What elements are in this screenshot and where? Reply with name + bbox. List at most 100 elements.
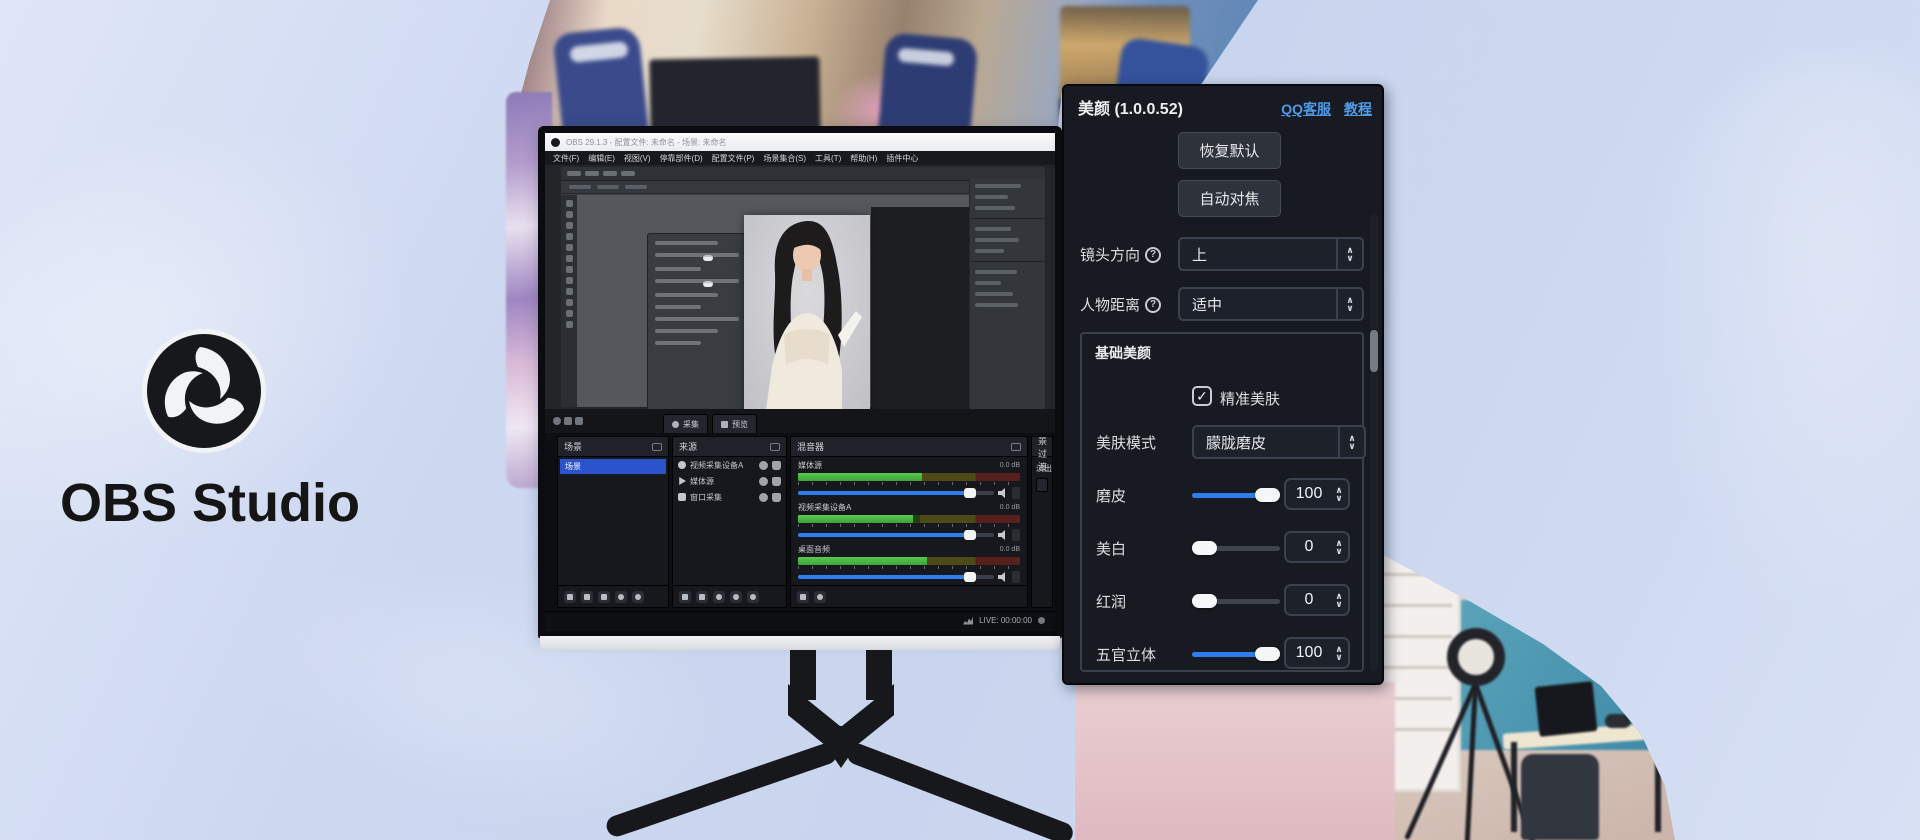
menu-edit[interactable]: 编辑(E) [588,153,615,164]
scene-transitions-panel: 场景过渡 淡出 [1031,436,1053,608]
move-down-icon[interactable] [632,591,644,603]
media-source-icon [678,477,686,485]
spinbox-arrows-icon[interactable]: ∧∨ [1332,486,1348,502]
select-spinner-icon[interactable]: ∧∨ [1336,289,1362,319]
panel-scrollbar-thumb[interactable] [1370,330,1378,372]
scene-item-selected[interactable]: 场景 [560,459,666,474]
obs-menubar: 文件(F) 编辑(E) 视图(V) 停靠部件(D) 配置文件(P) 场景集合(S… [545,151,1055,165]
transition-dropdown[interactable] [1036,478,1048,492]
speaker-icon[interactable] [998,530,1008,540]
person-distance-select[interactable]: 适中 ∧∨ [1178,287,1364,321]
basic-beauty-title: 基础美颜 [1095,343,1151,363]
source-row[interactable]: 窗口采集 [673,489,786,505]
spinbox-arrows-icon[interactable]: ∧∨ [1332,645,1348,661]
menu-tools[interactable]: 工具(T) [815,153,841,164]
video-capture-icon [678,461,686,469]
menu-plugin-center[interactable]: 插件中心 [886,153,918,164]
remove-icon[interactable] [581,591,593,603]
lock-icon[interactable] [772,493,781,502]
monitor-stand [560,648,1120,828]
camera-direction-select[interactable]: 上 ∧∨ [1178,237,1364,271]
menu-help[interactable]: 帮助(H) [850,153,877,164]
autofocus-button[interactable]: 自动对焦 [1178,180,1281,217]
panel-scrollbar[interactable] [1370,214,1378,671]
panel-menu-icon[interactable] [770,443,780,451]
visibility-icon[interactable] [759,493,768,502]
speaker-icon[interactable] [998,572,1008,582]
live-status: LIVE: 00:00:00 [979,616,1032,625]
visibility-icon[interactable] [759,461,768,470]
restore-defaults-button[interactable]: 恢复默认 [1178,132,1281,169]
menu-file[interactable]: 文件(F) [553,153,579,164]
move-down-icon[interactable] [747,591,759,603]
add-icon[interactable] [564,591,576,603]
app-icon [551,138,560,147]
scenes-panel-title: 场景 [564,440,582,453]
volume-slider[interactable] [798,491,994,495]
skin-mode-select[interactable]: 朦胧磨皮 ∧∨ [1192,425,1366,459]
dock-tab-preview[interactable]: 预览 [712,414,757,433]
properties-icon[interactable] [713,591,725,603]
duplicate-icon[interactable] [598,591,610,603]
tutorial-link[interactable]: 教程 [1344,99,1372,119]
menu-scene-collection[interactable]: 场景集合(S) [763,153,806,164]
remove-icon[interactable] [696,591,708,603]
preview-area [545,165,1055,409]
help-icon[interactable]: ? [1145,247,1161,263]
laptop-shape [1535,681,1598,737]
move-up-icon[interactable] [615,591,627,603]
add-icon[interactable] [679,591,691,603]
panel-menu-icon[interactable] [652,443,662,451]
select-spinner-icon[interactable]: ∧∨ [1336,239,1362,269]
dock-tab-strip: 采集 预览 [545,409,1055,433]
source-row[interactable]: 视频采集设备A [673,457,786,473]
menu-docks[interactable]: 停靠部件(D) [660,153,703,164]
panel-menu-icon[interactable] [1011,443,1021,451]
slider-handle[interactable] [1192,594,1217,608]
whitening-value-spinbox[interactable]: 0 ∧∨ [1284,531,1350,563]
channel-options-icon[interactable] [1012,487,1020,499]
channel-options-icon[interactable] [1012,529,1020,541]
help-icon[interactable]: ? [1145,297,1161,313]
basic-beauty-group: 基础美颜 ✓ 精准美肤 美肤模式 朦胧磨皮 ∧∨ 磨皮 100 ∧∨ 美白 [1080,332,1364,672]
monitor-chin [540,636,1060,650]
studio-chair [1521,754,1599,840]
whitening-slider[interactable] [1192,546,1280,551]
rosy-slider[interactable] [1192,599,1280,604]
face-3d-slider[interactable] [1192,652,1280,657]
face-3d-value-spinbox[interactable]: 100 ∧∨ [1284,637,1350,669]
menu-profile[interactable]: 配置文件(P) [712,153,755,164]
smoothing-slider-row: 磨皮 100 ∧∨ [1082,478,1362,512]
whitening-slider-row: 美白 0 ∧∨ [1082,531,1362,565]
obs-logo-icon [140,327,268,455]
qq-support-link[interactable]: QQ客服 [1281,99,1331,119]
volume-slider[interactable] [798,533,994,537]
smoothing-value-spinbox[interactable]: 100 ∧∨ [1284,478,1350,510]
lock-icon[interactable] [772,477,781,486]
menu-view[interactable]: 视图(V) [624,153,651,164]
mixer-config-icon[interactable] [797,591,809,603]
volume-slider[interactable] [798,575,994,579]
lock-icon[interactable] [772,461,781,470]
smoothing-slider[interactable] [1192,493,1280,498]
slider-handle[interactable] [1255,488,1280,502]
visibility-icon[interactable] [759,477,768,486]
obs-window: OBS 29.1.3 - 配置文件: 未命名 - 场景: 未命名 文件(F) 编… [545,133,1055,631]
mixer-channel: 视频采集设备A0.0 dB [791,499,1027,541]
mixer-panel-title: 混音器 [797,440,824,453]
rosy-value-spinbox[interactable]: 0 ∧∨ [1284,584,1350,616]
slider-handle[interactable] [1255,647,1280,661]
select-spinner-icon[interactable]: ∧∨ [1338,427,1364,457]
slider-handle[interactable] [1192,541,1217,555]
monitor: OBS 29.1.3 - 配置文件: 未命名 - 场景: 未命名 文件(F) 编… [538,126,1062,638]
spinbox-arrows-icon[interactable]: ∧∨ [1332,539,1348,555]
signal-icon [963,617,973,625]
source-row[interactable]: 媒体源 [673,473,786,489]
move-up-icon[interactable] [730,591,742,603]
advanced-audio-icon[interactable] [814,591,826,603]
precise-skin-checkbox[interactable]: ✓ [1192,386,1212,406]
speaker-icon[interactable] [998,488,1008,498]
spinbox-arrows-icon[interactable]: ∧∨ [1332,592,1348,608]
channel-options-icon[interactable] [1012,571,1020,583]
dock-tab-capture[interactable]: 采集 [663,414,708,433]
